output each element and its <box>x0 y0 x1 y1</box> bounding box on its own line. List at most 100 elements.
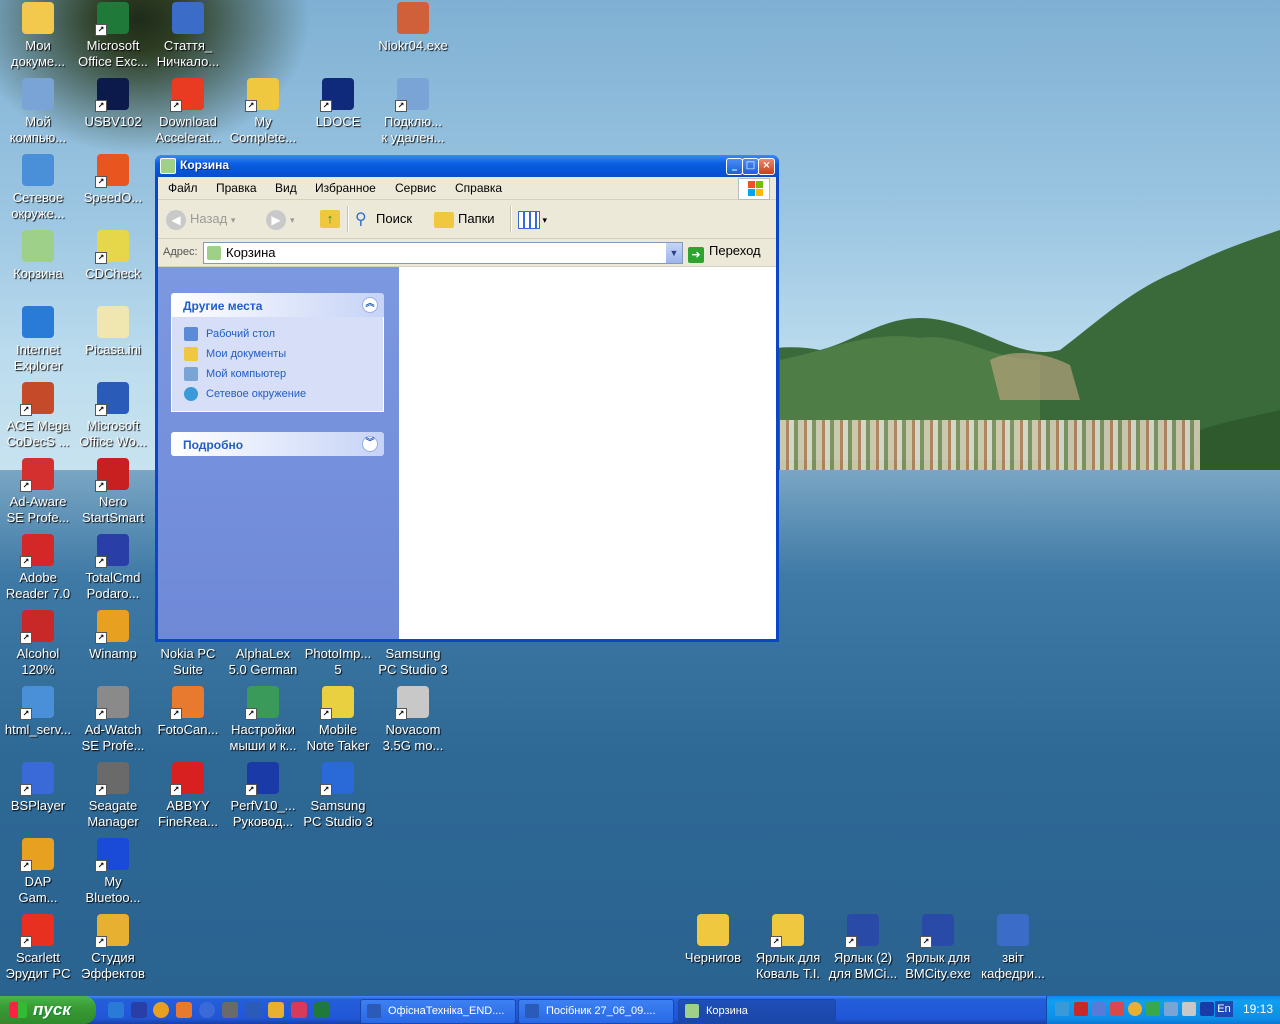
desktop-icon-totalcmd[interactable]: ↗ TotalCmd Podaro... <box>75 532 151 606</box>
tray-security-icon[interactable] <box>1110 1002 1124 1016</box>
desktop-icon-folder[interactable]: ↗ My Complete... <box>225 76 301 150</box>
desktop-icon-my-computer[interactable]: Мой компью... <box>0 76 76 150</box>
forward-button[interactable]: ▶ ▾ <box>266 208 295 230</box>
task-ofisna-tekhnika[interactable]: ОфіснаТехніка_END.... <box>360 999 516 1024</box>
tray-volume-icon[interactable] <box>1182 1002 1196 1016</box>
collapse-chevron-icon[interactable]: ︽ <box>362 297 378 313</box>
link-desktop[interactable]: Рабочий стол <box>172 325 383 345</box>
desktop-icon-ini-file[interactable]: Picasa.ini <box>75 304 151 378</box>
tray-network-icon[interactable] <box>1055 1002 1069 1016</box>
desktop-icon-abbyy[interactable]: ↗ ABBYY FineRea... <box>150 760 226 834</box>
file-list-area[interactable] <box>399 267 776 639</box>
desktop-icon-remote-desktop[interactable]: ↗ Подклю... к удален... <box>375 76 451 150</box>
quicklaunch-paint-icon[interactable] <box>291 1002 307 1018</box>
menu-tools[interactable]: Сервис <box>395 181 436 195</box>
desktop-icon-codec[interactable]: ↗ ACE Mega CoDecS ... <box>0 380 76 454</box>
desktop-icon-note-taker[interactable]: ↗ Mobile Note Taker <box>300 684 376 758</box>
menu-favorites[interactable]: Избранное <box>315 181 376 195</box>
desktop-icon-speed[interactable]: ↗ SpeedO... <box>75 152 151 226</box>
tray-display-icon[interactable] <box>1200 1002 1214 1016</box>
desktop-icon-scarlett[interactable]: ↗ Scarlett Эрудит PC <box>0 912 76 986</box>
up-folder-button[interactable]: ↑ <box>320 208 340 230</box>
go-button[interactable]: ➜ Переход <box>688 243 761 263</box>
desktop-icon-my-documents[interactable]: Мои докуме... <box>0 0 76 74</box>
menu-file[interactable]: Файл <box>168 181 198 195</box>
quicklaunch-clock-icon[interactable] <box>268 1002 284 1018</box>
folders-button[interactable]: Папки <box>434 208 495 230</box>
menu-edit[interactable]: Правка <box>216 181 257 195</box>
quicklaunch-totalcmd-icon[interactable] <box>131 1002 147 1018</box>
search-button[interactable]: ⚲ Поиск <box>355 208 412 230</box>
desktop-icon-seagate[interactable]: ↗ Seagate Manager <box>75 760 151 834</box>
desktop-icon-recycle-bin[interactable]: Корзина <box>0 228 76 302</box>
recycle-bin-window[interactable]: Корзина _ □ × Файл Правка Вид Избранное … <box>155 155 779 642</box>
desktop-icon-ie[interactable]: Internet Explorer <box>0 304 76 378</box>
quicklaunch-app-icon[interactable] <box>222 1002 238 1018</box>
language-indicator[interactable]: En <box>1215 1001 1233 1017</box>
desktop-icon-bluetooth[interactable]: ↗ My Bluetoo... <box>75 836 151 910</box>
desktop-icon-html-file[interactable]: ↗ html_serv... <box>0 684 76 758</box>
desktop-icon-usb[interactable]: ↗ USBV102 <box>75 76 151 150</box>
task-posibnyk[interactable]: Посібник 27_06_09.... <box>518 999 674 1024</box>
desktop-icon-label: Студия Эффектов <box>81 950 145 981</box>
tray-antivirus-icon[interactable] <box>1146 1002 1160 1016</box>
desktop-icon-gamepad[interactable]: ↗ DAP Gam... <box>0 836 76 910</box>
expand-chevron-icon[interactable]: ︾ <box>362 436 378 452</box>
quicklaunch-word-icon[interactable] <box>245 1002 261 1018</box>
views-button[interactable]: ▾ <box>518 208 547 230</box>
desktop-icon-bsplayer[interactable]: ↗ BSPlayer <box>0 760 76 834</box>
start-button[interactable]: пуск <box>0 996 96 1024</box>
other-places-header[interactable]: Другие места ︽ <box>171 293 384 317</box>
address-dropdown-icon[interactable]: ▼ <box>666 243 682 263</box>
desktop-icon-nero[interactable]: ↗ Nero StartSmart <box>75 456 151 530</box>
desktop-icon-effects-studio[interactable]: ↗ Студия Эффектов <box>75 912 151 986</box>
quicklaunch-ie-icon[interactable] <box>108 1002 124 1018</box>
desktop-icon-exe[interactable]: Niokr04.exe <box>375 0 451 74</box>
link-network[interactable]: Сетевое окружение <box>172 385 383 405</box>
quicklaunch-media-player-icon[interactable] <box>153 1002 169 1018</box>
desktop-icon-novacom[interactable]: ↗ Novacom 3.5G mo... <box>375 684 451 758</box>
back-button[interactable]: ◀ Назад ▾ <box>166 208 235 230</box>
desktop-icon-kiev[interactable]: ↗ Ярлык (2) для BMCi... <box>825 912 901 986</box>
task-recycle-bin[interactable]: Корзина <box>678 999 836 1024</box>
desktop-icon-samsung-studio[interactable]: ↗ Samsung PC Studio 3 <box>300 760 376 834</box>
desktop-icon-folder-chernigov[interactable]: Чернигов <box>675 912 751 986</box>
samsung-studio-icon: ↗ <box>320 762 354 796</box>
desktop-icon-word-document[interactable]: Стаття_ Ничкало... <box>150 0 226 74</box>
desktop-icon-word-report[interactable]: звіт кафедри... <box>975 912 1051 986</box>
minimize-button[interactable]: _ <box>726 158 743 175</box>
clock[interactable]: 19:13 <box>1243 1002 1273 1016</box>
desktop-icon-excel[interactable]: ↗ Microsoft Office Exc... <box>75 0 151 74</box>
maximize-button[interactable]: □ <box>742 158 759 175</box>
desktop-icon-adobe-reader[interactable]: ↗ Adobe Reader 7.0 <box>0 532 76 606</box>
desktop-icon-network[interactable]: Сетевое окруже... <box>0 152 76 226</box>
address-input[interactable]: Корзина ▼ <box>203 242 683 264</box>
close-button[interactable]: × <box>758 158 775 175</box>
desktop-icon-download-accelerator[interactable]: ↗ Download Accelerat... <box>150 76 226 150</box>
desktop-icon-fotocanvas[interactable]: ↗ FotoCan... <box>150 684 226 758</box>
desktop-icon-epson-manual[interactable]: ↗ PerfV10_... Руковод... <box>225 760 301 834</box>
tray-monitor-icon[interactable] <box>1092 1002 1106 1016</box>
details-header[interactable]: Подробно ︾ <box>171 432 384 456</box>
desktop-icon-word[interactable]: ↗ Microsoft Office Wo... <box>75 380 151 454</box>
desktop-icon-mouse-settings[interactable]: ↗ Настройки мыши и к... <box>225 684 301 758</box>
desktop-icon-kiev-bmcity[interactable]: ↗ Ярлык для BMCity.exe <box>900 912 976 986</box>
quicklaunch-winamp-icon[interactable] <box>176 1002 192 1018</box>
quicklaunch-bsplayer-icon[interactable] <box>199 1002 215 1018</box>
quicklaunch-excel-icon[interactable] <box>314 1002 330 1018</box>
menu-help[interactable]: Справка <box>455 181 502 195</box>
desktop-icon-dictionary[interactable]: ↗ LDOCE <box>300 76 376 150</box>
link-my-documents[interactable]: Мои документы <box>172 345 383 365</box>
desktop-icon-folder-shortcut[interactable]: ↗ Ярлык для Коваль Т.І. <box>750 912 826 986</box>
menu-view[interactable]: Вид <box>275 181 297 195</box>
link-my-computer[interactable]: Мой компьютер <box>172 365 383 385</box>
desktop-icon-ad-watch[interactable]: ↗ Ad-Watch SE Profe... <box>75 684 151 758</box>
tray-usb-icon[interactable] <box>1164 1002 1178 1016</box>
desktop-icon-ad-aware[interactable]: ↗ Ad-Aware SE Profe... <box>0 456 76 530</box>
desktop-icon-winamp[interactable]: ↗ Winamp <box>75 608 151 682</box>
desktop-icon-cd[interactable]: ↗ CDCheck <box>75 228 151 302</box>
desktop-icon-alcohol[interactable]: ↗ Alcohol 120% <box>0 608 76 682</box>
tray-app-icon[interactable] <box>1074 1002 1088 1016</box>
window-titlebar[interactable]: Корзина _ □ × <box>155 155 779 177</box>
tray-update-icon[interactable] <box>1128 1002 1142 1016</box>
